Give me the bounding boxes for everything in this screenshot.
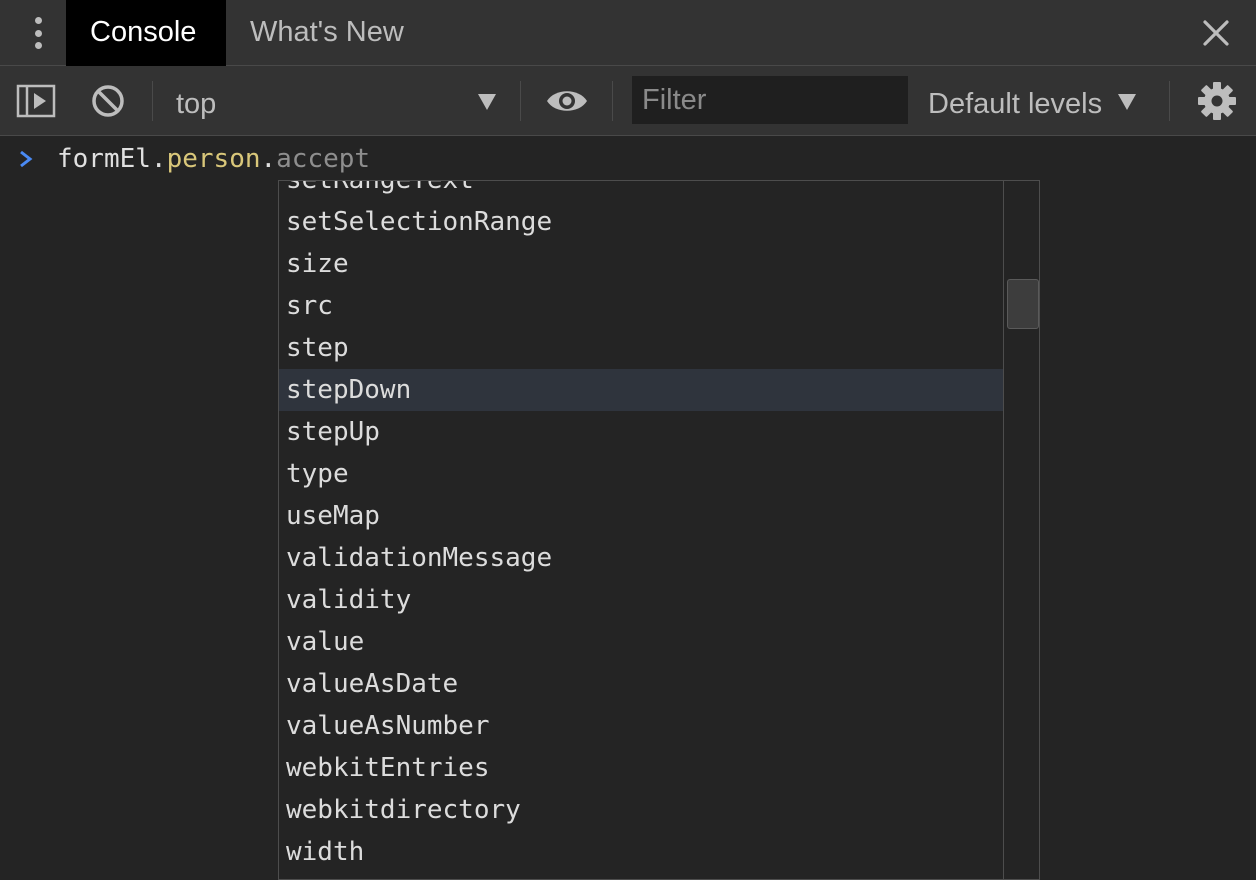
suggestion-item[interactable]: validity xyxy=(279,579,1004,621)
suggestion-item[interactable]: setRangeText xyxy=(279,181,1004,201)
tab-console[interactable]: Console xyxy=(66,0,226,66)
input-object: formEl xyxy=(57,144,151,174)
suggestion-item[interactable]: width xyxy=(279,831,1004,873)
autocomplete-suggestions: setRangeText setSelectionRange size src step… xyxy=(278,180,1040,880)
context-label: top xyxy=(176,88,217,120)
filter-input[interactable] xyxy=(632,76,908,124)
suggestion-item[interactable]: src xyxy=(279,285,1004,327)
devtools-tabbar: Console What's New xyxy=(0,0,1256,66)
suggestion-item[interactable]: valueAsNumber xyxy=(279,705,1004,747)
menu-dots-icon[interactable] xyxy=(22,14,54,52)
suggestion-item[interactable]: size xyxy=(279,243,1004,285)
suggestion-item[interactable]: useMap xyxy=(279,495,1004,537)
autocomplete-hint: accept xyxy=(276,144,371,174)
suggestion-item[interactable]: value xyxy=(279,621,1004,663)
suggestion-item[interactable]: valueAsDate xyxy=(279,663,1004,705)
suggestion-item[interactable]: setSelectionRange xyxy=(279,201,1004,243)
suggestion-list: setRangeText setSelectionRange size src step… xyxy=(279,181,1004,873)
prompt-chevron-icon xyxy=(20,150,33,168)
tab-whats-new[interactable]: What's New xyxy=(226,0,428,66)
close-icon[interactable] xyxy=(1202,19,1230,47)
sidebar-toggle-icon[interactable] xyxy=(16,84,56,118)
suggestion-item[interactable]: stepUp xyxy=(279,411,1004,453)
toolbar-divider xyxy=(1169,81,1170,121)
console-toolbar: top Default levels xyxy=(0,66,1256,136)
log-levels-label: Default levels xyxy=(928,88,1103,120)
suggestion-item[interactable]: webkitEntries xyxy=(279,747,1004,789)
caret-down-icon xyxy=(1118,94,1136,110)
input-property: person xyxy=(166,144,261,174)
suggestion-item[interactable]: validationMessage xyxy=(279,537,1004,579)
suggestions-scrollbar[interactable] xyxy=(1003,181,1039,879)
console-prompt-input[interactable]: formEl.person.accept xyxy=(57,141,370,177)
scrollbar-thumb[interactable] xyxy=(1007,279,1039,329)
suggestion-item[interactable]: stepDown xyxy=(279,369,1004,411)
clear-console-icon[interactable] xyxy=(91,84,125,118)
suggestion-item[interactable]: step xyxy=(279,327,1004,369)
toolbar-divider xyxy=(152,81,153,121)
caret-down-icon xyxy=(478,94,496,110)
toolbar-divider xyxy=(520,81,521,121)
eye-icon[interactable] xyxy=(545,86,589,116)
suggestion-item[interactable]: type xyxy=(279,453,1004,495)
context-selector[interactable]: top xyxy=(168,76,508,126)
toolbar-divider xyxy=(612,81,613,121)
log-levels-dropdown[interactable]: Default levels xyxy=(928,76,1150,126)
gear-icon[interactable] xyxy=(1197,81,1237,121)
suggestion-item[interactable]: webkitdirectory xyxy=(279,789,1004,831)
